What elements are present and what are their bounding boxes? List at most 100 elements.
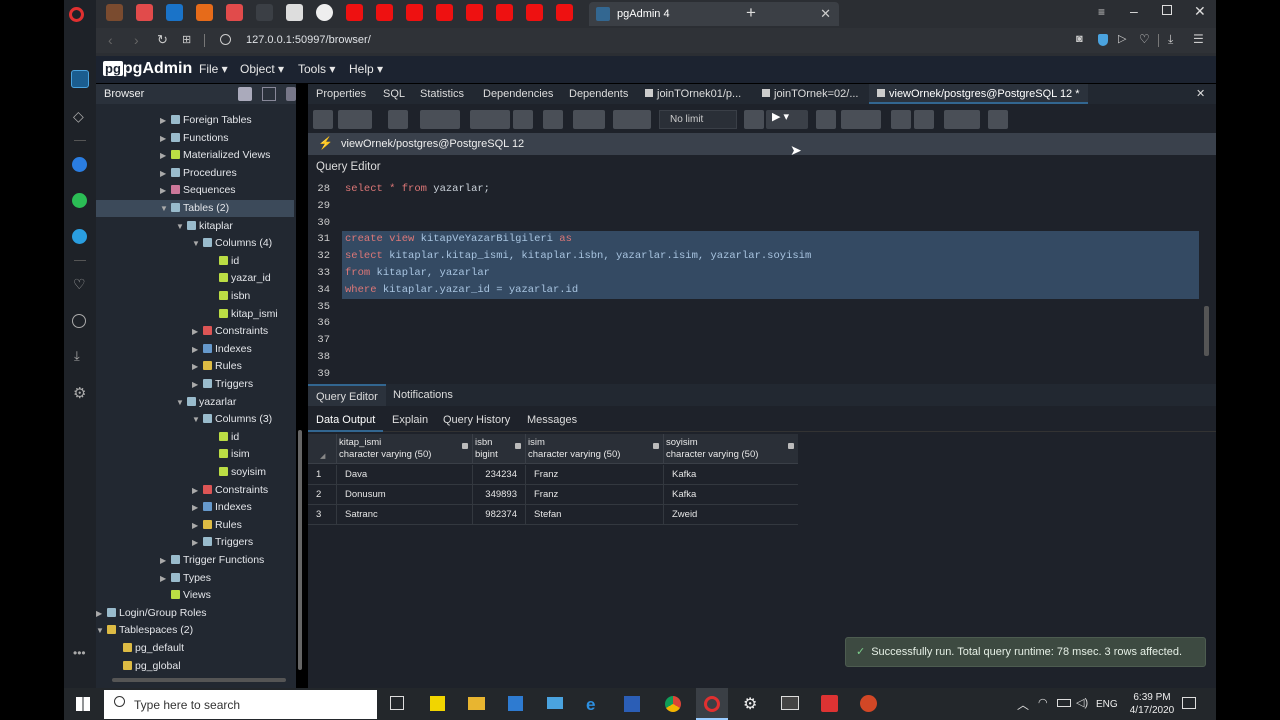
opera-logo-icon[interactable]: [69, 7, 84, 22]
table-cell[interactable]: Satranc: [336, 505, 472, 525]
menu-help[interactable]: Help ▾: [349, 62, 383, 76]
tab-properties[interactable]: Properties: [316, 88, 366, 100]
tree-item[interactable]: ▼ Tables (2): [96, 200, 294, 217]
telegram-icon[interactable]: [72, 229, 87, 244]
code-text[interactable]: from kitaplar, yazarlar: [345, 265, 490, 282]
active-tab[interactable]: pgAdmin 4 ✕: [589, 2, 839, 26]
youtube-icon[interactable]: [346, 4, 363, 21]
tab-favicon[interactable]: [286, 4, 303, 21]
home-icon[interactable]: [71, 70, 89, 88]
row-number[interactable]: 2: [308, 485, 336, 505]
tab-query-editor[interactable]: Query Editor: [308, 384, 386, 406]
powerpoint-icon[interactable]: [860, 695, 877, 712]
chevron-right-icon[interactable]: ▶: [192, 323, 200, 340]
tab-messages[interactable]: Messages: [527, 414, 577, 426]
tree-item[interactable]: ▼ Tablespaces (2): [96, 622, 193, 639]
minimize-icon[interactable]: –: [1130, 3, 1138, 19]
tree-item[interactable]: ▶ Types: [160, 570, 211, 587]
battery-icon[interactable]: [1057, 699, 1071, 707]
app-icon[interactable]: [508, 696, 523, 711]
youtube-icon[interactable]: [496, 4, 513, 21]
tree-item[interactable]: ▶ Triggers: [192, 534, 253, 551]
execute-icon[interactable]: ▶ ▾: [766, 110, 808, 129]
tree-item[interactable]: ▶ Materialized Views: [160, 147, 270, 164]
github-icon[interactable]: [316, 4, 333, 21]
tree-item[interactable]: ▶ Rules: [192, 358, 242, 375]
tree-item[interactable]: ▶ Foreign Tables: [160, 112, 252, 129]
chevron-down-icon[interactable]: ▼: [96, 622, 104, 639]
youtube-icon[interactable]: [406, 4, 423, 21]
opera-taskbar-icon[interactable]: [696, 688, 728, 720]
save-icon[interactable]: [338, 110, 372, 129]
chevron-right-icon[interactable]: ▶: [160, 570, 168, 587]
table-cell[interactable]: Donusum: [336, 485, 472, 505]
tree-item[interactable]: ▶ Constraints: [192, 323, 268, 340]
row-limit-select[interactable]: No limit: [659, 110, 737, 129]
query-tool-icon[interactable]: [238, 87, 252, 101]
table-cell[interactable]: Stefan: [525, 505, 663, 525]
delete-icon[interactable]: [543, 110, 563, 129]
tab-favicon[interactable]: [166, 4, 183, 21]
tree-item[interactable]: pg_default: [112, 640, 184, 657]
tree-item[interactable]: ▶ Constraints: [192, 482, 268, 499]
paste-icon[interactable]: [513, 110, 533, 129]
tree-item[interactable]: Views: [160, 587, 211, 604]
youtube-icon[interactable]: [556, 4, 573, 21]
code-text[interactable]: where kitaplar.yazar_id = yazarlar.id: [345, 282, 578, 299]
youtube-icon[interactable]: [526, 4, 543, 21]
tree-item[interactable]: ▶ Functions: [160, 130, 229, 147]
table-cell[interactable]: Franz: [525, 485, 663, 505]
tree-item[interactable]: soyisim: [208, 464, 266, 481]
open-file-icon[interactable]: [313, 110, 333, 129]
chevron-down-icon[interactable]: ▼: [176, 394, 184, 411]
youtube-icon[interactable]: [436, 4, 453, 21]
table-cell[interactable]: 982374: [472, 505, 525, 525]
easy-setup-icon[interactable]: ☰: [1193, 32, 1204, 46]
tab-favicon[interactable]: [256, 4, 273, 21]
chrome-icon[interactable]: [665, 696, 681, 712]
tab-statistics[interactable]: Statistics: [420, 88, 464, 100]
column-header[interactable]: soyisim character varying (50): [663, 434, 798, 464]
url-field[interactable]: 127.0.0.1:50997/browser/: [246, 34, 371, 46]
tab-menu-icon[interactable]: ≡: [1098, 5, 1105, 19]
view-data-icon[interactable]: [262, 87, 276, 101]
chevron-right-icon[interactable]: ▶: [160, 112, 168, 129]
forward-icon[interactable]: ›: [134, 32, 139, 48]
app-icon[interactable]: [821, 695, 838, 712]
mail-icon[interactable]: [547, 697, 563, 709]
edge-icon[interactable]: e: [586, 695, 595, 715]
filter-rows-icon[interactable]: [286, 87, 296, 101]
chevron-right-icon[interactable]: ▶: [160, 552, 168, 569]
table-cell[interactable]: Kafka: [663, 485, 798, 505]
back-icon[interactable]: ‹: [108, 32, 113, 48]
tab-query-active[interactable]: viewOrnek/postgres@PostgreSQL 12 *: [869, 84, 1088, 104]
close-window-icon[interactable]: ✕: [1194, 3, 1206, 20]
tree-item[interactable]: ▶ Triggers: [192, 376, 253, 393]
download-icon[interactable]: ⤓: [74, 348, 80, 364]
column-header[interactable]: isim character varying (50): [525, 434, 663, 464]
menu-tools[interactable]: Tools ▾: [298, 62, 335, 76]
chevron-right-icon[interactable]: ▶: [160, 130, 168, 147]
row-number[interactable]: 1: [308, 465, 336, 485]
connection-label[interactable]: viewOrnek/postgres@PostgreSQL 12: [341, 138, 524, 150]
tree-item[interactable]: ▶ Indexes: [192, 341, 252, 358]
chevron-down-icon[interactable]: ▼: [192, 235, 200, 252]
close-tab-icon[interactable]: ✕: [820, 2, 831, 26]
edit-sql-icon[interactable]: [573, 110, 605, 129]
history-icon[interactable]: [72, 314, 86, 328]
chevron-up-icon[interactable]: ︿: [1017, 696, 1029, 713]
notifications-icon[interactable]: [1182, 697, 1196, 709]
find-icon[interactable]: [420, 110, 460, 129]
tab-dependencies[interactable]: Dependencies: [483, 88, 553, 100]
chevron-right-icon[interactable]: ▶: [160, 147, 168, 164]
chevron-right-icon[interactable]: ▶: [192, 341, 200, 358]
table-cell[interactable]: Franz: [525, 465, 663, 485]
camera-icon[interactable]: ◙: [1076, 33, 1083, 45]
row-number[interactable]: 3: [308, 505, 336, 525]
chevron-right-icon[interactable]: ▶: [192, 517, 200, 534]
network-icon[interactable]: ◠: [1038, 696, 1048, 709]
clock[interactable]: 6:39 PM 4/17/2020: [1124, 691, 1180, 717]
sticky-notes-icon[interactable]: [430, 696, 445, 711]
column-header[interactable]: kitap_ismi character varying (50): [336, 434, 472, 464]
tab-favicon[interactable]: [136, 4, 153, 21]
